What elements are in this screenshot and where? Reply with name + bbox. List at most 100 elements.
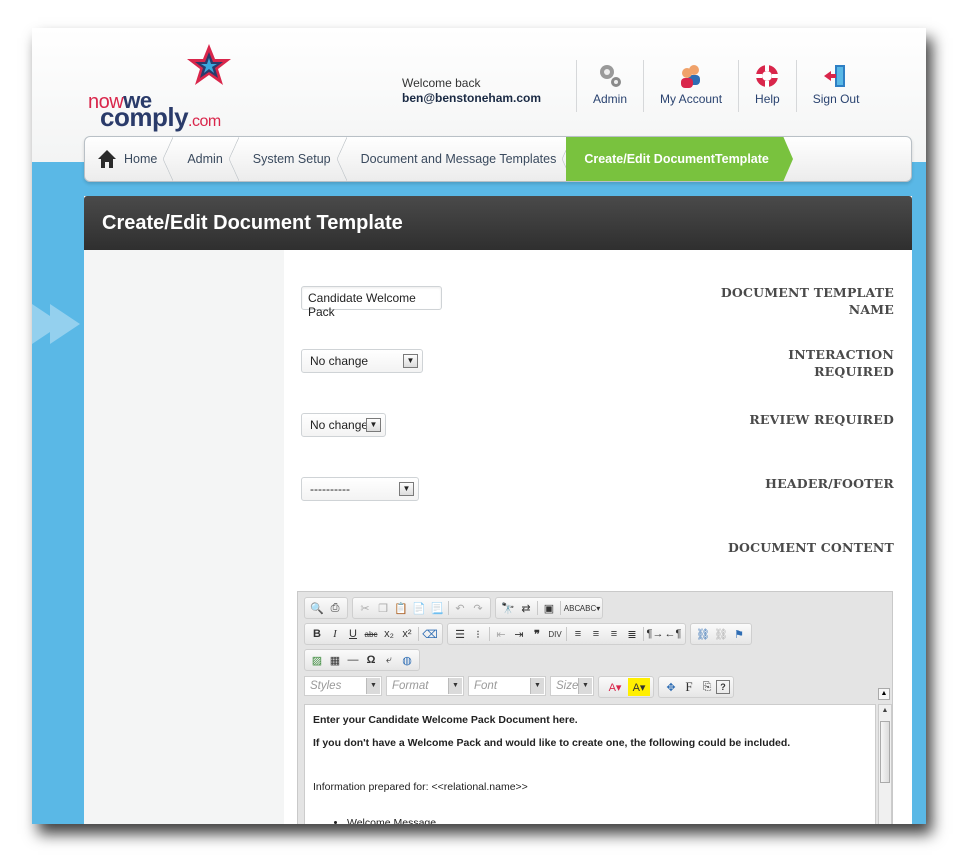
italic-icon[interactable]: I — [326, 625, 344, 643]
breadcrumb-system-setup[interactable]: System Setup — [237, 137, 347, 181]
review-required-value: No change — [310, 418, 369, 432]
breadcrumb-current[interactable]: Create/Edit DocumentTemplate — [566, 137, 783, 181]
horizontal-rule-icon[interactable]: ― — [344, 651, 362, 669]
justify-icon[interactable]: ≣ — [623, 625, 641, 643]
dropdown-arrow-icon: ▼ — [530, 678, 544, 694]
outdent-icon[interactable]: ⇤ — [492, 625, 510, 643]
paste-text-icon[interactable]: 📄 — [410, 599, 428, 617]
toolbar-row-3: ▨ ▦ ― Ω ⤶ ◍ — [304, 649, 420, 671]
align-center-icon[interactable]: ≡ — [587, 625, 605, 643]
div-container-icon[interactable]: DIV — [546, 625, 564, 643]
logo[interactable]: nowwe comply.com — [88, 42, 248, 132]
replace-icon[interactable]: ⇄ — [517, 599, 535, 617]
nav-help[interactable]: Help — [738, 60, 796, 112]
interaction-required-select[interactable]: No change ▼ — [301, 349, 423, 373]
undo-icon[interactable]: ↶ — [451, 599, 469, 617]
table-icon[interactable]: ▦ — [326, 651, 344, 669]
link-icon[interactable]: ⛓ — [694, 625, 712, 643]
toolbar-group-doc: 🔍 ⎙ — [304, 597, 348, 619]
welcome-label: Welcome back — [402, 76, 481, 90]
styles-combo[interactable]: Styles ▼ — [304, 676, 382, 696]
align-left-icon[interactable]: ≡ — [569, 625, 587, 643]
indent-icon[interactable]: ⇥ — [510, 625, 528, 643]
toolbar-group-insert: ▨ ▦ ― Ω ⤶ ◍ — [304, 649, 420, 671]
header-footer-label: HEADER/FOOTER — [765, 476, 894, 491]
breadcrumb-templates[interactable]: Document and Message Templates — [345, 137, 573, 181]
content-line-3: Information prepared for: <<relational.n… — [313, 781, 528, 793]
toolbar-separator — [643, 627, 644, 641]
iframe-icon[interactable]: ◍ — [398, 651, 416, 669]
special-char-icon[interactable]: Ω — [362, 651, 380, 669]
paste-icon[interactable]: 📋 — [392, 599, 410, 617]
print-icon[interactable]: ⎙ — [326, 599, 344, 617]
toolbar-group-paragraph: ☰ ⁝ ⇤ ⇥ ❞ DIV ≡ ≡ ≡ ≣ ¶→ ←¶ — [447, 623, 686, 645]
lifebuoy-icon — [756, 65, 779, 87]
anchor-flag-icon[interactable]: ⚑ — [730, 625, 748, 643]
top-nav: Admin My Account Help Sign Out — [576, 60, 875, 112]
toolbar-group-tools: ✥ F ⎘ ? — [658, 676, 734, 698]
size-combo[interactable]: Size ▼ — [550, 676, 594, 696]
rich-text-editor: 🔍 ⎙ ✂ ❐ 📋 📄 📃 ↶ ↷ 🔭 ⇄ ▣ ABC ABC▾ B I U a… — [297, 591, 893, 824]
content-line-1: Enter your Candidate Welcome Pack Docume… — [313, 714, 578, 726]
toolbar-collapse-button[interactable]: ▲ — [878, 688, 890, 700]
redo-icon[interactable]: ↷ — [469, 599, 487, 617]
template-name-input[interactable]: Candidate Welcome Pack — [301, 286, 442, 319]
bold-icon[interactable]: B — [308, 625, 326, 643]
format-combo[interactable]: Format ▼ — [386, 676, 464, 696]
bulleted-list-icon[interactable]: ⁝ — [469, 625, 487, 643]
scroll-up-icon[interactable]: ▲ — [879, 705, 891, 717]
dropdown-arrow-icon: ▼ — [399, 482, 414, 496]
select-all-icon[interactable]: ▣ — [540, 599, 558, 617]
page-break-icon[interactable]: ⤶ — [380, 651, 398, 669]
breadcrumb-admin[interactable]: Admin — [171, 137, 240, 181]
spellcheck-as-you-type-icon[interactable]: ABC▾ — [580, 599, 600, 617]
strikethrough-icon[interactable]: abc — [362, 625, 380, 643]
preview-icon[interactable]: 🔍 — [308, 599, 326, 617]
dropdown-arrow-icon: ▼ — [366, 418, 381, 432]
nav-admin[interactable]: Admin — [576, 60, 643, 112]
font-f-icon[interactable]: F — [680, 678, 698, 696]
underline-icon[interactable]: U — [344, 625, 362, 643]
about-icon[interactable]: ? — [716, 680, 730, 694]
subscript-icon[interactable]: x₂ — [380, 625, 398, 643]
blockquote-icon[interactable]: ❞ — [528, 625, 546, 643]
toolbar-separator — [537, 601, 538, 615]
toolbar-group-links: ⛓ ⛓ ⚑ — [690, 623, 752, 645]
nav-sign-out[interactable]: Sign Out — [795, 60, 876, 112]
nav-sign-out-label: Sign Out — [812, 92, 860, 106]
interaction-required-value: No change — [310, 354, 369, 368]
dropdown-arrow-icon: ▼ — [448, 678, 462, 694]
interaction-required-label: INTERACTION REQUIRED — [788, 347, 894, 379]
editor-scrollbar[interactable]: ▲ — [878, 704, 892, 824]
align-right-icon[interactable]: ≡ — [605, 625, 623, 643]
image-icon[interactable]: ▨ — [308, 651, 326, 669]
scroll-thumb[interactable] — [880, 721, 890, 783]
header-footer-select[interactable]: ---------- ▼ — [301, 477, 419, 501]
paste-word-icon[interactable]: 📃 — [428, 599, 446, 617]
bg-color-icon[interactable]: A▾ — [628, 678, 650, 696]
copy-icon[interactable]: ❐ — [374, 599, 392, 617]
breadcrumb-home[interactable]: Home — [85, 137, 174, 181]
dropdown-arrow-icon: ▼ — [578, 678, 592, 694]
numbered-list-icon[interactable]: ☰ — [451, 625, 469, 643]
ltr-icon[interactable]: ¶→ — [646, 625, 664, 643]
maximize-icon[interactable]: ✥ — [662, 678, 680, 696]
superscript-icon[interactable]: x² — [398, 625, 416, 643]
nav-my-account[interactable]: My Account — [643, 60, 738, 112]
find-icon[interactable]: 🔭 — [499, 599, 517, 617]
spellcheck-icon[interactable]: ABC — [563, 599, 581, 617]
logo-text-bottom: comply.com — [100, 102, 221, 132]
unlink-icon[interactable]: ⛓ — [712, 625, 730, 643]
cut-icon[interactable]: ✂ — [356, 599, 374, 617]
review-required-select[interactable]: No change ▼ — [301, 413, 386, 437]
editor-content-area[interactable]: Enter your Candidate Welcome Pack Docume… — [304, 704, 876, 824]
font-combo[interactable]: Font ▼ — [468, 676, 546, 696]
styles-combo-label: Styles — [310, 680, 342, 692]
text-color-icon[interactable]: A▾ — [602, 678, 628, 696]
remove-format-icon[interactable]: ⌫ — [421, 625, 439, 643]
rtl-icon[interactable]: ←¶ — [664, 625, 682, 643]
user-email: ben@benstoneham.com — [402, 91, 542, 105]
show-blocks-icon[interactable]: ⎘ — [698, 678, 716, 696]
breadcrumb-active-arrow — [782, 137, 793, 181]
logo-star-icon — [187, 44, 231, 85]
